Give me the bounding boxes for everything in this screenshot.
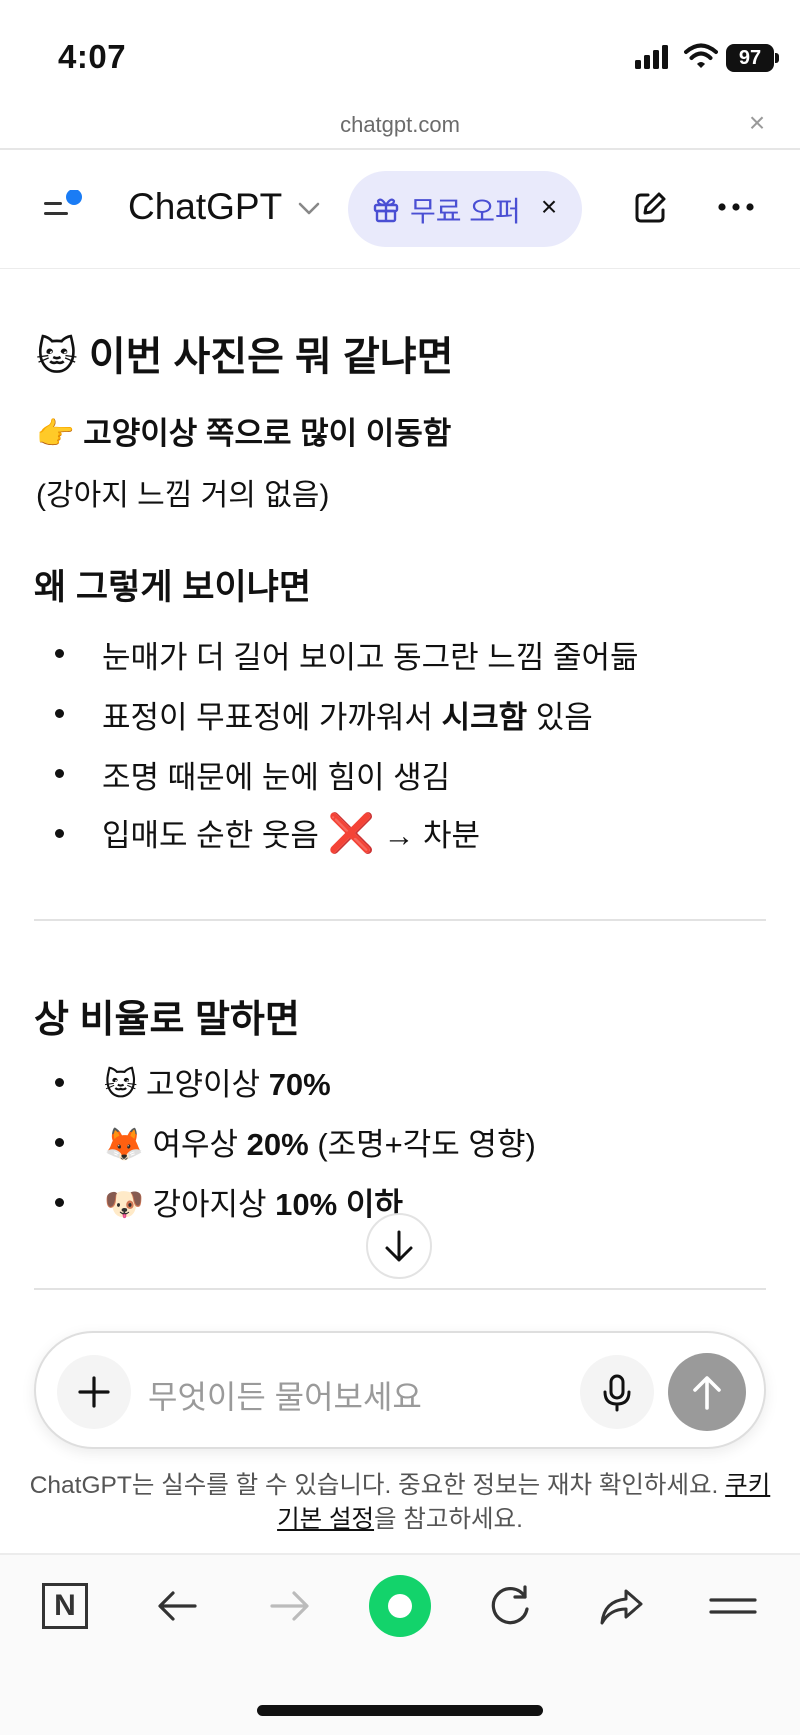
reason-emphasis: 시크함 (441, 700, 528, 735)
bullet-dot (55, 769, 64, 778)
chevron-down-icon[interactable] (297, 198, 321, 218)
reason-text: 입매도 순한 웃음 (102, 818, 328, 853)
ratio-heading: 상 비율로 말하면 (34, 999, 300, 1041)
wifi-icon (684, 43, 718, 68)
reason-item: 입매도 순한 웃음 ❌ → 차분 (102, 810, 480, 856)
reason-item: 조명 때문에 눈에 힘이 생김 (102, 760, 451, 795)
ratio-item: 🐱 고양이상 70% (104, 1059, 331, 1104)
reasons-heading: 왜 그렇게 보이냐면 (34, 568, 312, 607)
menu-icon[interactable] (44, 190, 84, 224)
bullet-dot (55, 1198, 64, 1207)
tabs-icon[interactable] (708, 1581, 758, 1631)
arrow-down-icon (385, 1230, 413, 1262)
notion-app-button[interactable]: N (42, 1583, 88, 1629)
message-input[interactable]: 무엇이든 물어보세요 (148, 1372, 422, 1418)
send-arrow-icon (693, 1376, 721, 1410)
ratio-label: 여우상 (152, 1127, 247, 1162)
ratio-label: 강아지상 (152, 1187, 276, 1222)
compose-icon[interactable] (632, 190, 668, 226)
cross-mark-icon: ❌ (327, 811, 375, 855)
bullet-dot (55, 649, 64, 658)
fox-face-icon: 🦊 (104, 1125, 144, 1163)
cat-face-icon: 🐱 (36, 334, 78, 380)
verdict-note: (강아지 느낌 거의 없음) (36, 479, 330, 512)
bullet-dot (55, 1078, 64, 1087)
disclaimer-text: ChatGPT는 실수를 할 수 있습니다. 중요한 정보는 재차 확인하세요. (29, 1472, 726, 1499)
disclaimer: ChatGPT는 실수를 할 수 있습니다. 중요한 정보는 재차 확인하세요.… (20, 1469, 780, 1537)
send-button[interactable] (668, 1353, 746, 1431)
reason-text: 표정이 무표정에 가까워서 (102, 700, 442, 735)
voice-input-button[interactable] (580, 1355, 654, 1429)
plus-icon (78, 1376, 110, 1408)
more-icon[interactable] (716, 200, 756, 214)
bullet-dot (55, 829, 64, 838)
url-close-button[interactable]: × (744, 108, 770, 138)
pointing-hand-icon: 👉 (36, 416, 75, 452)
gift-icon (373, 198, 399, 223)
ratio-label: 고양이상 (145, 1067, 269, 1102)
signal-icon (635, 45, 668, 69)
ratio-item: 🦊 여우상 20% (조명+각도 영향) (104, 1119, 536, 1164)
url-domain[interactable]: chatgpt.com (0, 112, 800, 138)
verdict-text: 고양이상 쪽으로 많이 이동함 (83, 416, 452, 451)
reason-text: 있음 (527, 700, 593, 735)
ratio-value: 70% (268, 1067, 331, 1102)
verdict-line: 👉 고양이상 쪽으로 많이 이동함 (36, 408, 451, 453)
forward-icon[interactable] (264, 1581, 314, 1631)
reason-item: 표정이 무표정에 가까워서 시크함 있음 (102, 692, 593, 737)
reload-icon[interactable] (485, 1581, 535, 1631)
message-heading: 🐱 이번 사진은 뭐 같냐면 (36, 324, 453, 382)
offer-close-button[interactable]: × (534, 190, 564, 224)
battery-tip (775, 53, 779, 63)
dog-face-icon: 🐶 (104, 1185, 144, 1223)
bullet-dot (55, 709, 64, 718)
ratio-note: (조명+각도 영향) (308, 1127, 536, 1162)
divider (34, 919, 766, 921)
bullet-dot (55, 1138, 64, 1147)
divider (34, 1288, 766, 1290)
model-selector[interactable]: ChatGPT (128, 186, 282, 228)
scroll-down-button[interactable] (366, 1213, 432, 1279)
reason-item: 눈매가 더 길어 보이고 동그란 느낌 줄어듦 (102, 640, 639, 675)
disclaimer-suffix: 을 참고하세요. (374, 1506, 523, 1533)
ratio-item: 🐶 강아지상 10% 이하 (104, 1179, 403, 1224)
attach-button[interactable] (57, 1355, 131, 1429)
back-icon[interactable] (153, 1581, 203, 1631)
home-indicator (257, 1705, 543, 1716)
status-time: 4:07 (58, 38, 127, 75)
ratio-value: 20% (246, 1127, 309, 1162)
cat-face-icon: 🐱 (104, 1065, 138, 1103)
mic-icon (603, 1374, 631, 1412)
share-icon[interactable] (596, 1581, 646, 1631)
battery-indicator: 97 (726, 44, 774, 72)
reason-text: → 차분 (374, 818, 481, 853)
browser-home-dot (388, 1594, 412, 1618)
free-offer-label[interactable]: 무료 오퍼 (410, 190, 521, 230)
message-heading-text: 이번 사진은 뭐 같냐면 (88, 335, 454, 379)
